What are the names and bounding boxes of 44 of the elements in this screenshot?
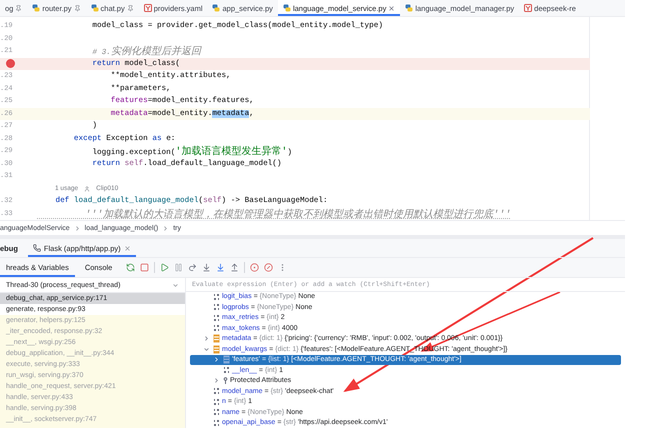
primitive-value-icon (213, 387, 220, 396)
close-icon[interactable] (124, 244, 131, 252)
chevron-right-icon[interactable] (203, 335, 210, 342)
pin-icon[interactable] (126, 4, 134, 12)
primitive-value-icon (213, 314, 220, 322)
step-into-icon[interactable] (202, 263, 212, 272)
primitive-value-icon (223, 366, 230, 374)
pause-icon[interactable] (174, 263, 184, 272)
step-over-icon[interactable] (188, 263, 198, 272)
chevron-right-icon[interactable] (213, 356, 220, 364)
step-out-icon[interactable] (230, 263, 240, 272)
yaml-file-icon (144, 4, 152, 12)
pin-icon[interactable] (15, 4, 22, 12)
primitive-value-icon (213, 324, 220, 332)
python-file-icon (90, 4, 99, 12)
chevron-right-icon[interactable] (213, 377, 220, 384)
breakpoint-dot[interactable] (6, 59, 15, 68)
primitive-value-icon (213, 418, 220, 427)
mute-breakpoints-icon[interactable] (264, 263, 274, 272)
yaml-file-icon (524, 4, 532, 12)
python-file-icon (32, 4, 40, 12)
chevron-down-icon (172, 282, 179, 288)
primitive-value-icon (213, 292, 220, 301)
code-line: '''加载默认的大语言模型，在模型管理器中获取不到模型或者出错时使用默认模型进行兜底''' (84, 208, 512, 221)
list-icon (223, 355, 230, 364)
close-icon[interactable] (388, 4, 396, 12)
python-file-icon (212, 4, 220, 12)
step-into-icon[interactable] (216, 263, 226, 272)
primitive-value-icon (213, 398, 220, 406)
primitive-value-icon (213, 303, 220, 312)
chevron-right-icon (74, 224, 81, 232)
phone-icon (32, 244, 41, 252)
chevron-down-icon[interactable] (203, 346, 210, 353)
user-icon (84, 186, 90, 192)
pin-icon[interactable] (74, 4, 81, 12)
python-file-icon (282, 4, 291, 12)
resume-icon[interactable] (160, 263, 170, 272)
python-file-icon (405, 4, 414, 12)
breakpoints-icon[interactable] (250, 263, 260, 272)
primitive-value-icon (213, 408, 220, 416)
stop-icon[interactable] (140, 263, 150, 272)
chevron-right-icon (162, 224, 170, 232)
rerun-icon[interactable] (126, 263, 136, 272)
key-icon (223, 376, 228, 385)
